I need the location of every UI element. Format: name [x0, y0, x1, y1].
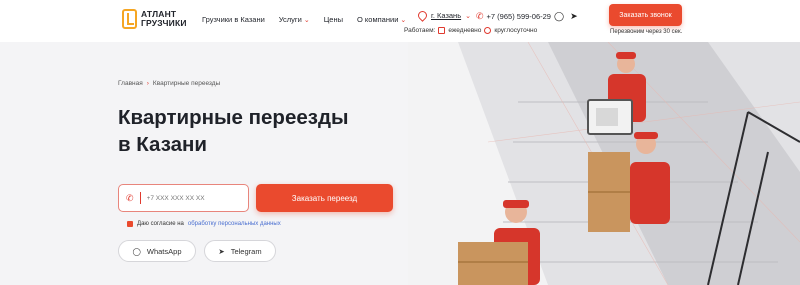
order-call-button[interactable]: Заказать звонок [609, 4, 682, 26]
city-selector[interactable]: г. Казань ⌄ [416, 9, 471, 22]
hours-days: ежедневно [448, 27, 482, 34]
phone-icon: ✆ [476, 11, 484, 21]
logo-line2: ГРУЗЧИКИ [141, 18, 187, 28]
phone-number: +7 (965) 599-06-29 [486, 12, 551, 21]
location-pin-icon [416, 9, 429, 22]
header-phone[interactable]: ✆ +7 (965) 599-06-29 [476, 11, 551, 22]
whatsapp-button[interactable]: ◯ WhatsApp [118, 240, 196, 262]
breadcrumb-home[interactable]: Главная [118, 80, 143, 87]
consent-row: Даю согласие на обработку персональных д… [127, 221, 281, 227]
call-note: Перезвоним через 30 сек. [610, 29, 683, 35]
hero-photo [408, 42, 800, 285]
messenger-links: ◯ ➤ [554, 11, 578, 22]
clock-icon [484, 27, 492, 34]
chevron-down-icon: ⌄ [465, 12, 471, 20]
movers-illustration [408, 42, 800, 285]
telegram-label: Telegram [230, 246, 262, 256]
chevron-down-icon: ⌄ [303, 16, 310, 24]
breadcrumb-separator-icon: › [146, 80, 149, 87]
consent-link[interactable]: обработку персональных данных [188, 221, 281, 227]
site-header: АТЛАНТ ГРУЗЧИКИ Грузчики в Казани Услуги… [0, 0, 800, 42]
telegram-icon: ➤ [218, 246, 225, 256]
phone-input[interactable] [146, 194, 237, 202]
whatsapp-icon[interactable]: ◯ [554, 11, 564, 22]
nav-item-label: Грузчики в Казани [202, 15, 265, 24]
telegram-icon[interactable]: ➤ [570, 11, 578, 22]
nav-item-prices[interactable]: Цены [324, 15, 343, 24]
nav-item-label: О компании [357, 15, 399, 24]
page-title-line1: Квартирные переезды [118, 106, 349, 129]
whatsapp-label: WhatsApp [146, 246, 182, 256]
whatsapp-icon: ◯ [132, 246, 141, 256]
page-title-line2: в Казани [118, 133, 208, 156]
calendar-icon [438, 27, 446, 34]
phone-input-wrapper: ✆ [118, 184, 249, 212]
breadcrumb: Главная › Квартирные переезды [118, 80, 220, 87]
consent-checkbox[interactable] [127, 221, 133, 227]
nav-item-label: Цены [323, 15, 344, 24]
consent-text: Даю согласие на [137, 221, 184, 227]
nav-item-services[interactable]: Услуги ⌄ [279, 15, 310, 24]
nav-item-about[interactable]: О компании ⌄ [357, 15, 406, 24]
field-separator [139, 192, 141, 204]
logo[interactable]: АТЛАНТ ГРУЗЧИКИ [122, 9, 187, 29]
page-title: Квартирные переезды в Казани [118, 104, 398, 158]
logo-mark-icon [122, 9, 137, 29]
phone-field-icon: ✆ [126, 192, 134, 203]
nav-item-movers[interactable]: Грузчики в Казани [202, 15, 265, 24]
order-move-button[interactable]: Заказать переезд [256, 184, 393, 212]
logo-text: АТЛАНТ ГРУЗЧИКИ [141, 10, 187, 28]
hours-label: Работаем: [404, 27, 436, 34]
city-label: г. Казань [431, 11, 462, 20]
breadcrumb-current: Квартирные переезды [152, 80, 221, 87]
hours-time: круглосуточно [494, 27, 538, 34]
chevron-down-icon: ⌄ [400, 16, 407, 24]
main-nav: Грузчики в Казани Услуги ⌄ Цены О компан… [202, 15, 406, 24]
work-hours: Работаем: ежедневно круглосуточно [404, 27, 537, 34]
nav-item-label: Услуги [278, 15, 302, 24]
telegram-button[interactable]: ➤ Telegram [204, 240, 276, 262]
